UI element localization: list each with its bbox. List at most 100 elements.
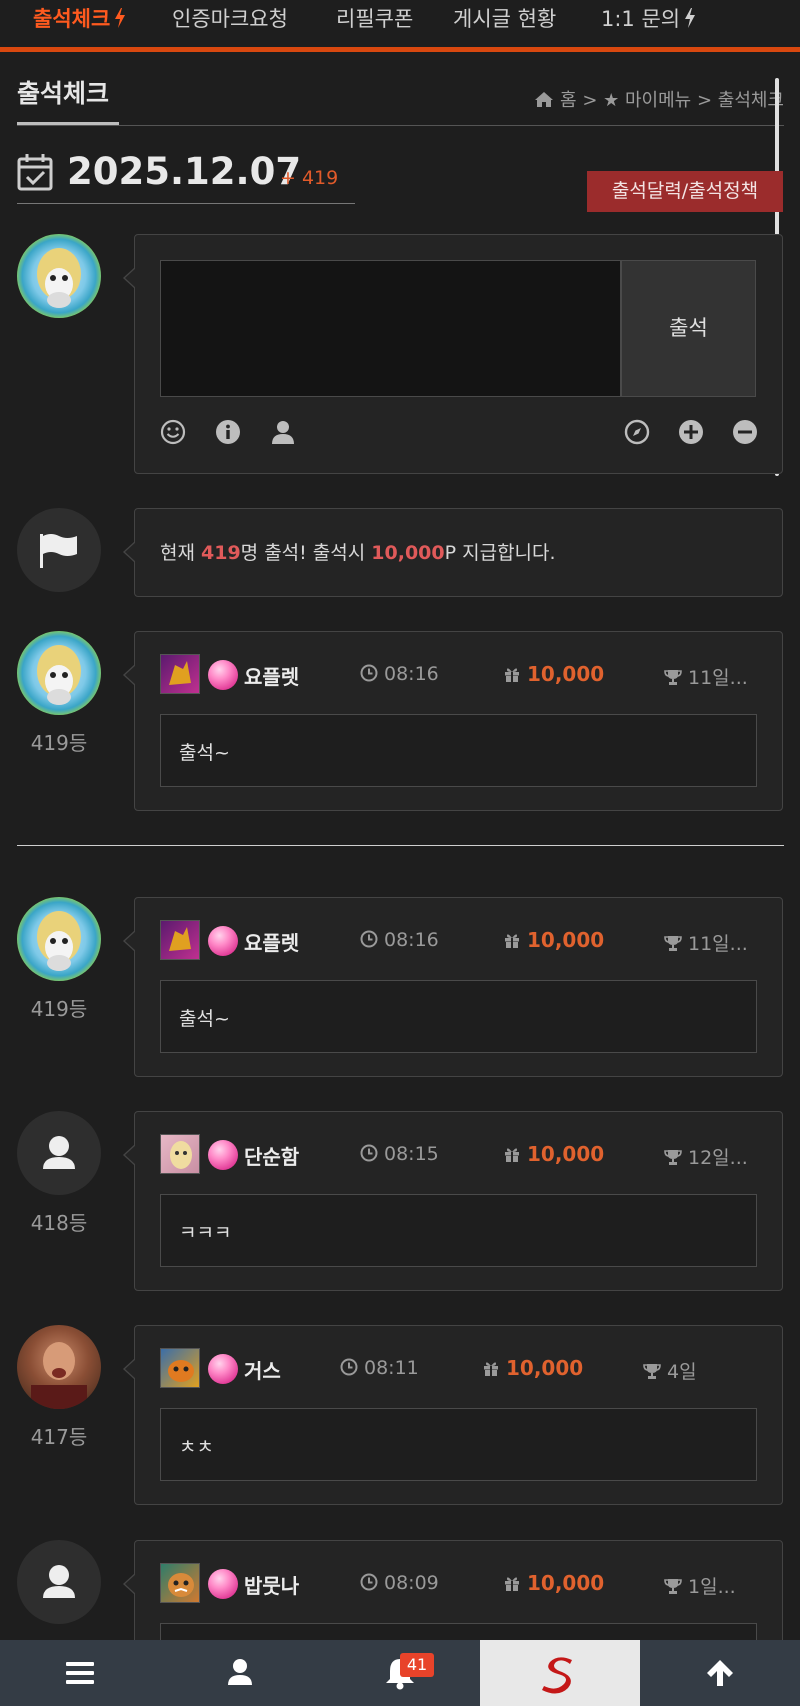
plus-circle-icon[interactable] xyxy=(678,419,704,445)
clock-icon xyxy=(360,1573,378,1591)
trophy-icon xyxy=(664,1579,682,1594)
tab-cert-mark-request[interactable]: 인증마크요청 xyxy=(172,3,288,33)
arrow-up-icon xyxy=(707,1660,733,1686)
attend-streak: 4일 xyxy=(643,1357,697,1384)
menu-icon xyxy=(66,1662,94,1684)
notice-card: 현재 419명 출석! 출석시 10,000P 지급합니다. xyxy=(123,508,783,597)
logo-icon xyxy=(542,1657,572,1694)
level-badge-icon xyxy=(160,920,200,960)
clock-icon xyxy=(360,664,378,682)
attendance-count-delta: + 419 xyxy=(280,167,339,189)
notice-flag-avatar xyxy=(17,508,101,592)
default-user-icon xyxy=(43,1136,75,1169)
my-avatar[interactable] xyxy=(17,234,101,318)
tab-post-status[interactable]: 게시글 현황 xyxy=(453,3,556,33)
clock-icon xyxy=(340,1358,358,1376)
avatar[interactable] xyxy=(17,1111,101,1195)
notice-text: 현재 419명 출석! 출석시 10,000P 지급합니다. xyxy=(160,542,556,564)
smile-icon[interactable] xyxy=(160,419,186,445)
gift-icon xyxy=(505,1577,519,1591)
trophy-icon xyxy=(664,936,682,951)
attend-streak: 11일... xyxy=(664,929,748,956)
menu-button[interactable] xyxy=(0,1640,160,1706)
trophy-icon xyxy=(643,1364,661,1379)
level-badge-icon xyxy=(160,1348,200,1388)
header-divider xyxy=(17,125,784,126)
tab-inquiry[interactable]: 1:1 문의 xyxy=(601,3,696,33)
compass-icon[interactable] xyxy=(624,419,650,445)
attend-submit-button[interactable]: 출석 xyxy=(621,260,756,397)
avatar-photo-icon xyxy=(31,1342,87,1409)
avatar[interactable] xyxy=(17,631,101,715)
rank-label: 418등 xyxy=(30,1211,88,1235)
clock-icon xyxy=(360,1144,378,1162)
attendance-message-input[interactable] xyxy=(160,260,621,397)
gem-icon xyxy=(208,1354,238,1384)
scroll-top-button[interactable] xyxy=(640,1640,800,1706)
gem-icon xyxy=(208,660,238,690)
avatar[interactable] xyxy=(17,1325,101,1409)
nickname[interactable]: 밥뭇나 xyxy=(244,1570,299,1599)
user-icon xyxy=(228,1659,252,1685)
attend-time: 08:11 xyxy=(340,1357,419,1379)
attend-points: 10,000 xyxy=(503,1571,604,1595)
tab-attendance[interactable]: 출석체크 xyxy=(33,3,126,33)
minus-circle-icon[interactable] xyxy=(732,419,758,445)
attendance-entry: 거스 08:11 10,000 4일 ㅊㅊ xyxy=(123,1325,783,1505)
attendance-message: 출석~ xyxy=(160,714,757,787)
gift-icon xyxy=(505,1148,519,1162)
gem-icon xyxy=(208,1140,238,1170)
attendance-message: 출석~ xyxy=(160,980,757,1053)
attend-points: 10,000 xyxy=(503,1142,604,1166)
gift-icon xyxy=(505,668,519,682)
attend-time: 08:16 xyxy=(360,663,439,685)
level-badge-icon xyxy=(160,1563,200,1603)
attendee-count: 419 xyxy=(201,542,241,564)
attendance-entry: 요플렛 08:16 10,000 11일... 출석~ xyxy=(123,631,783,811)
reward-points: 10,000 xyxy=(371,542,445,564)
attendance-date: 2025.12.07 xyxy=(67,150,302,193)
avatar-character-icon xyxy=(37,248,81,308)
avatar[interactable] xyxy=(17,1540,101,1624)
level-badge-icon xyxy=(160,654,200,694)
tab-refill-coupon[interactable]: 리필쿠폰 xyxy=(336,3,413,33)
attendance-entry: 요플렛 08:16 10,000 11일... 출석~ xyxy=(123,897,783,1077)
attendance-policy-button[interactable]: 출석달력/출석정책 xyxy=(587,171,783,212)
nickname[interactable]: 요플렛 xyxy=(244,661,299,690)
trophy-icon xyxy=(664,1150,682,1165)
attend-time: 08:09 xyxy=(360,1572,439,1594)
gem-icon xyxy=(208,926,238,956)
attend-time: 08:15 xyxy=(360,1143,439,1165)
bolt-icon xyxy=(115,8,126,28)
gem-icon xyxy=(208,1569,238,1599)
trophy-icon xyxy=(664,670,682,685)
attend-points: 10,000 xyxy=(503,928,604,952)
nickname[interactable]: 요플렛 xyxy=(244,927,299,956)
attend-points: 10,000 xyxy=(503,662,604,686)
attend-streak: 1일... xyxy=(664,1572,736,1599)
top-tab-bar: 출석체크 인증마크요청 리필쿠폰 게시글 현황 1:1 문의 xyxy=(0,0,800,52)
calendar-check-icon xyxy=(17,154,53,191)
level-badge-icon xyxy=(160,1134,200,1174)
nickname[interactable]: 단순함 xyxy=(244,1141,299,1170)
attendance-composer: 출석 xyxy=(123,234,783,474)
attendance-message: ㅊㅊ xyxy=(160,1408,757,1481)
attend-streak: 11일... xyxy=(664,663,748,690)
gift-icon xyxy=(484,1362,498,1376)
gift-icon xyxy=(505,934,519,948)
nickname[interactable]: 거스 xyxy=(244,1355,281,1384)
avatar[interactable] xyxy=(17,897,101,981)
attend-points: 10,000 xyxy=(482,1356,583,1380)
avatar-character-icon xyxy=(37,911,81,971)
date-underline xyxy=(17,203,355,204)
breadcrumb[interactable]: 홈 > ★ 마이메뉴 > 출석체크 xyxy=(534,86,784,112)
user-icon[interactable] xyxy=(270,419,296,445)
bolt-icon xyxy=(685,8,696,28)
attendance-message: ㅋㅋㅋ xyxy=(160,1194,757,1267)
attend-streak: 12일... xyxy=(664,1143,748,1170)
profile-button[interactable] xyxy=(160,1640,320,1706)
info-icon[interactable] xyxy=(215,419,241,445)
site-logo[interactable] xyxy=(480,1640,640,1706)
page-title: 출석체크 xyxy=(17,79,110,108)
avatar-character-icon xyxy=(37,645,81,705)
